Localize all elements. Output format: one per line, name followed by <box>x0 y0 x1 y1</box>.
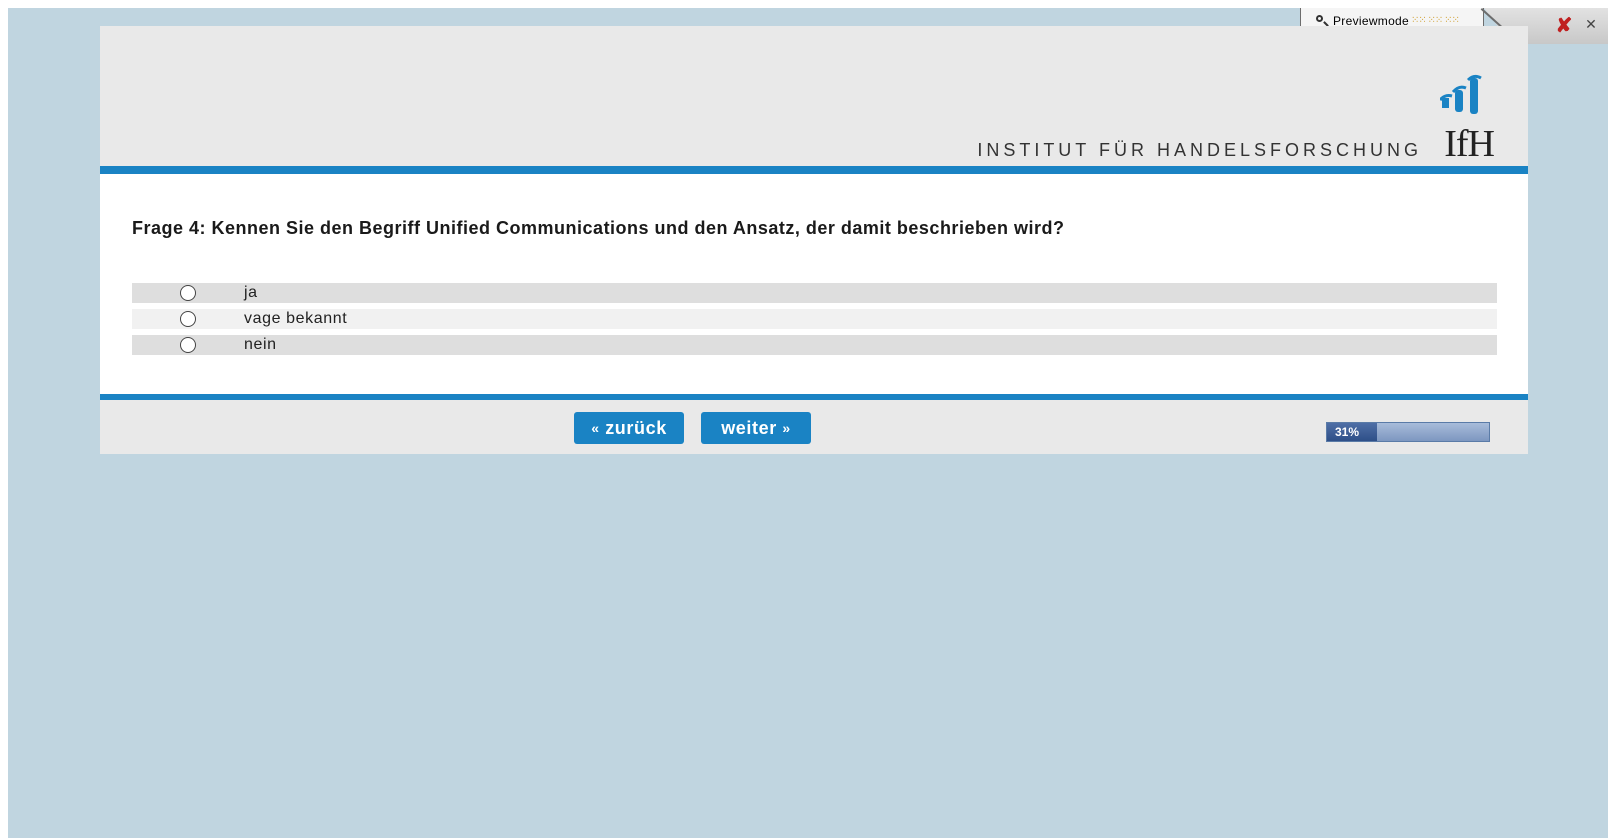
back-button-label: zurück <box>605 418 667 438</box>
institute-name: INSTITUT FÜR HANDELSFORSCHUNG <box>977 140 1422 160</box>
answer-options: ja vage bekannt nein <box>132 283 1497 361</box>
radio-button-vage-bekannt[interactable] <box>180 311 196 327</box>
answer-label-ja: ja <box>244 284 258 301</box>
survey-container: INSTITUT FÜR HANDELSFORSCHUNG IfH Frage … <box>100 26 1528 454</box>
progress-label: 31% <box>1335 425 1360 439</box>
survey-footer: « zurück weiter » 31% <box>100 400 1528 454</box>
back-button[interactable]: « zurück <box>574 412 684 444</box>
signal-bars-icon <box>1440 74 1482 114</box>
double-right-arrow-icon: » <box>782 420 791 436</box>
institute-logo-text: IfH <box>1444 123 1495 165</box>
answer-option-vage-bekannt[interactable]: vage bekannt <box>132 309 1497 329</box>
question-text: Frage 4: Kennen Sie den Begriff Unified … <box>132 218 1065 238</box>
progress-bar: 31% <box>1326 422 1490 442</box>
answer-label-vage-bekannt: vage bekannt <box>244 310 348 327</box>
next-button[interactable]: weiter » <box>701 412 811 444</box>
header-divider <box>100 166 1528 174</box>
answer-option-nein[interactable]: nein <box>132 335 1497 355</box>
next-button-label: weiter <box>721 418 777 438</box>
double-left-arrow-icon: « <box>591 420 600 436</box>
tools-icon[interactable]: ✘ <box>1551 14 1577 38</box>
close-icon[interactable]: ✕ <box>1583 16 1599 32</box>
answer-option-ja[interactable]: ja <box>132 283 1497 303</box>
radio-button-ja[interactable] <box>180 285 196 301</box>
survey-header: INSTITUT FÜR HANDELSFORSCHUNG IfH <box>100 26 1528 166</box>
previewmode-dots: ⁙⁙ ⁙⁙ ⁙⁙ <box>1411 15 1460 26</box>
question-panel: Frage 4: Kennen Sie den Begriff Unified … <box>100 174 1528 394</box>
radio-button-nein[interactable] <box>180 337 196 353</box>
answer-label-nein: nein <box>244 336 277 353</box>
